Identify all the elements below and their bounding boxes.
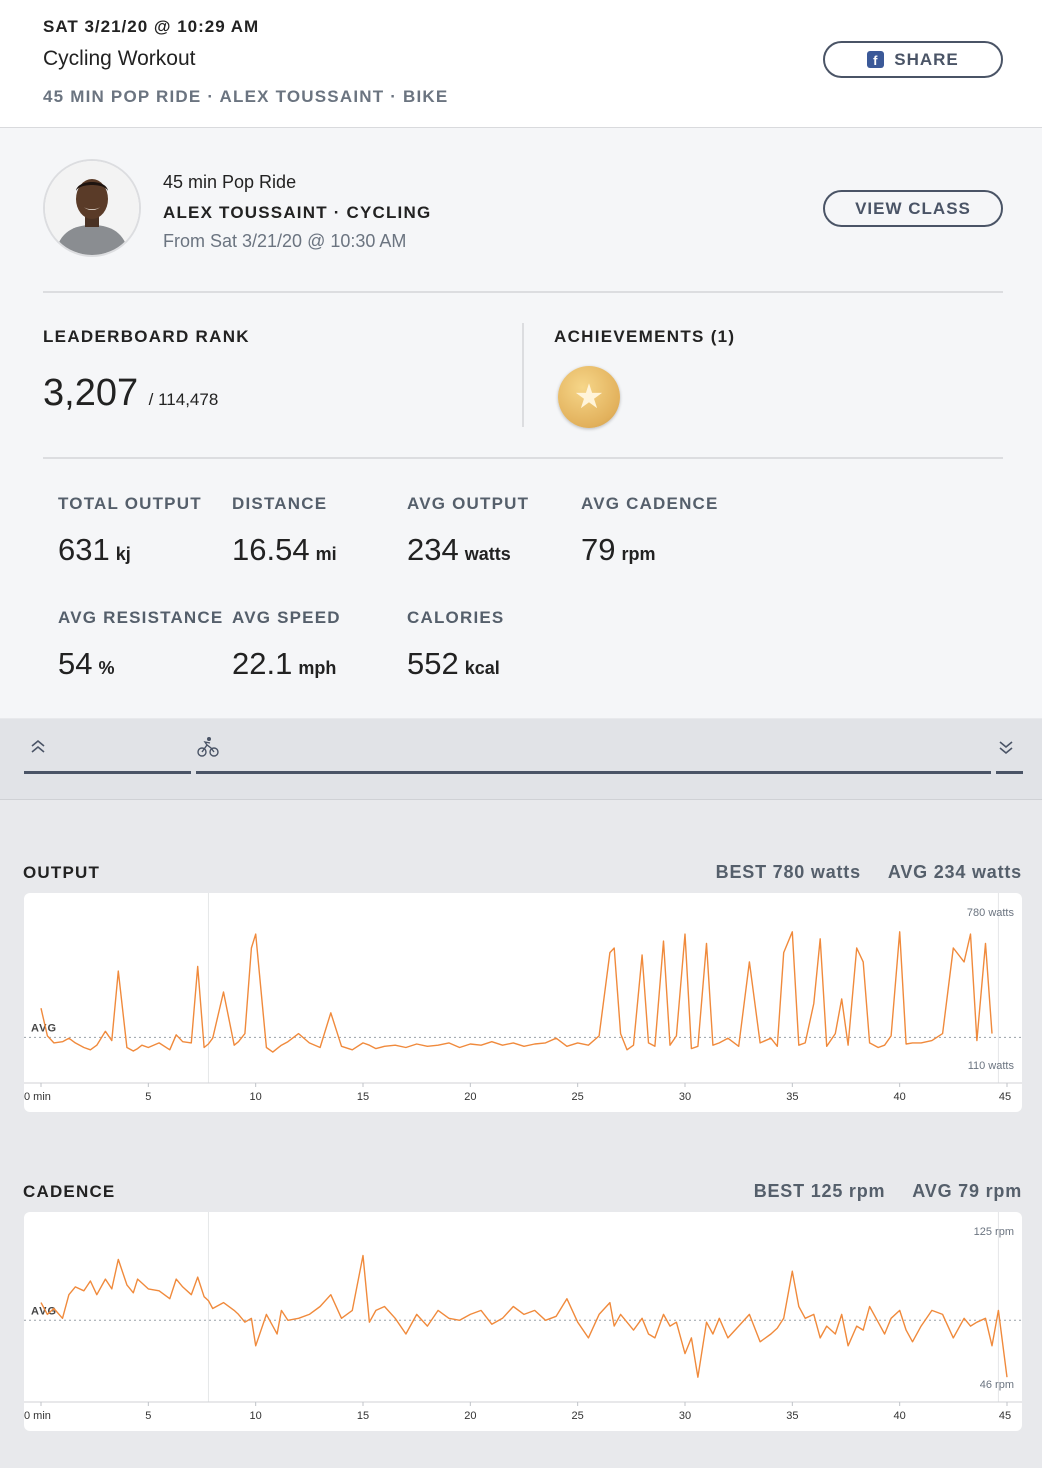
x-tick-label: 35 — [786, 1091, 798, 1103]
rank-total: / 114,478 — [148, 390, 219, 409]
stat-label: AVG SPEED — [232, 608, 341, 627]
stat-value: 16.54 mi — [232, 532, 337, 568]
x-tick-label: 15 — [357, 1091, 369, 1103]
chevrons-up-icon[interactable] — [30, 738, 46, 761]
x-tick-label: 0 min — [24, 1091, 51, 1103]
leaderboard-label: LEADERBOARD RANK — [43, 327, 250, 346]
class-instructor: ALEX TOUSSAINT · CYCLING — [163, 203, 432, 222]
tab-underline-summary[interactable] — [24, 771, 191, 774]
workout-header: SAT 3/21/20 @ 10:29 AM Cycling Workout 4… — [0, 0, 1042, 128]
x-tick-label: 20 — [464, 1410, 476, 1422]
stat-label: AVG RESISTANCE — [58, 608, 224, 627]
stat-unit: mph — [298, 658, 337, 678]
workout-subtitle: 45 MIN POP RIDE · ALEX TOUSSAINT · BIKE — [43, 87, 449, 106]
data-line — [40, 1254, 1008, 1378]
x-tick-label: 0 min — [24, 1410, 51, 1422]
chevrons-down-icon[interactable] — [998, 738, 1014, 761]
stat-unit: rpm — [621, 544, 656, 564]
leaderboard-rank: 3,207 / 114,478 — [43, 372, 218, 415]
stat-number: 631 — [58, 532, 110, 567]
stat-number: 552 — [407, 646, 459, 681]
x-tick-label: 40 — [894, 1410, 906, 1422]
stat-value: 79 rpm — [581, 532, 656, 568]
stat-unit: kcal — [464, 658, 500, 678]
stat-value: 54% — [58, 646, 115, 682]
facebook-icon: f — [867, 51, 885, 68]
stat-label: AVG CADENCE — [581, 494, 719, 513]
output-best: BEST 780 watts — [715, 862, 861, 882]
vertical-divider — [522, 323, 524, 427]
cadence-best: BEST 125 rpm — [753, 1181, 886, 1201]
x-tick-label: 15 — [357, 1410, 369, 1422]
x-tick-label: 30 — [679, 1410, 691, 1422]
cadence-summary: BEST 125 rpm AVG 79 rpm — [754, 1181, 1022, 1202]
stat-value: 22.1 mph — [232, 646, 336, 682]
cadence-chart[interactable]: AVG 125 rpm 46 rpm 0 min 5 10 15 20 25 30 35 40 45 — [24, 1212, 1022, 1431]
output-chart[interactable]: AVG 780 watts 110 watts 0 min 5 10 15 20 25 30 35 4… — [24, 893, 1022, 1112]
tab-underline-metrics[interactable] — [196, 771, 991, 774]
x-tick-label: 10 — [250, 1410, 262, 1422]
star-medal-icon[interactable]: ★ — [558, 366, 620, 428]
instructor-avatar — [43, 159, 141, 257]
stat-number: 79 — [581, 532, 616, 567]
share-label: SHARE — [894, 49, 959, 69]
class-name: 45 min Pop Ride — [163, 172, 297, 192]
x-tick-label: 40 — [894, 1091, 906, 1103]
x-tick-label: 25 — [572, 1410, 584, 1422]
y-max-label: 780 watts — [967, 907, 1015, 919]
cadence-title: CADENCE — [23, 1182, 116, 1201]
stat-number: 16.54 — [232, 532, 310, 567]
stat-value: 234 watts — [407, 532, 511, 568]
cyclist-icon[interactable] — [197, 736, 219, 763]
x-tick-label: 45 — [999, 1410, 1011, 1422]
stat-value: 552 kcal — [407, 646, 500, 682]
divider — [43, 457, 1003, 459]
stat-unit: watts — [464, 544, 511, 564]
stat-number: 22.1 — [232, 646, 293, 681]
y-min-label: 46 rpm — [980, 1379, 1014, 1391]
rank-value: 3,207 — [43, 372, 139, 414]
data-line — [40, 931, 993, 1053]
class-from-date: From Sat 3/21/20 @ 10:30 AM — [163, 231, 407, 251]
stat-number: 234 — [407, 532, 459, 567]
view-class-button[interactable]: VIEW CLASS — [823, 190, 1003, 227]
achievements-label: ACHIEVEMENTS (1) — [554, 327, 736, 346]
output-avg: AVG 234 watts — [887, 862, 1022, 882]
x-tick-label: 45 — [999, 1091, 1011, 1103]
share-button[interactable]: f SHARE — [823, 41, 1003, 78]
workout-date: SAT 3/21/20 @ 10:29 AM — [43, 17, 260, 36]
output-summary: BEST 780 watts AVG 234 watts — [716, 862, 1022, 883]
divider — [43, 291, 1003, 293]
stat-number: 54 — [58, 646, 93, 681]
cadence-chart-svg: AVG125 rpm46 rpm0 min 5 10 15 20 25 30 35 40 45 — [24, 1212, 1022, 1422]
x-tick-label: 25 — [572, 1091, 584, 1103]
workout-title: Cycling Workout — [43, 47, 196, 70]
x-tick-label: 30 — [679, 1091, 691, 1103]
x-tick-label: 5 — [145, 1091, 151, 1103]
y-min-label: 110 watts — [968, 1060, 1015, 1072]
tab-underline-collapse[interactable] — [996, 771, 1023, 774]
x-tick-label: 20 — [464, 1091, 476, 1103]
stat-label: TOTAL OUTPUT — [58, 494, 202, 513]
stat-unit: kj — [115, 544, 131, 564]
stat-unit: mi — [315, 544, 337, 564]
x-tick-label: 10 — [250, 1091, 262, 1103]
stat-label: AVG OUTPUT — [407, 494, 530, 513]
output-title: OUTPUT — [23, 863, 101, 882]
chart-tab-bar — [0, 719, 1042, 800]
cadence-avg: AVG 79 rpm — [912, 1181, 1022, 1201]
stat-label: CALORIES — [407, 608, 505, 627]
x-tick-label: 35 — [786, 1410, 798, 1422]
stat-label: DISTANCE — [232, 494, 328, 513]
x-tick-label: 5 — [145, 1410, 151, 1422]
stat-value: 631 kj — [58, 532, 131, 568]
output-chart-svg: AVG780 watts110 watts0 min 5 10 15 20 25 30 35 4… — [24, 893, 1022, 1103]
stat-unit: % — [98, 658, 115, 678]
y-max-label: 125 rpm — [974, 1226, 1014, 1238]
